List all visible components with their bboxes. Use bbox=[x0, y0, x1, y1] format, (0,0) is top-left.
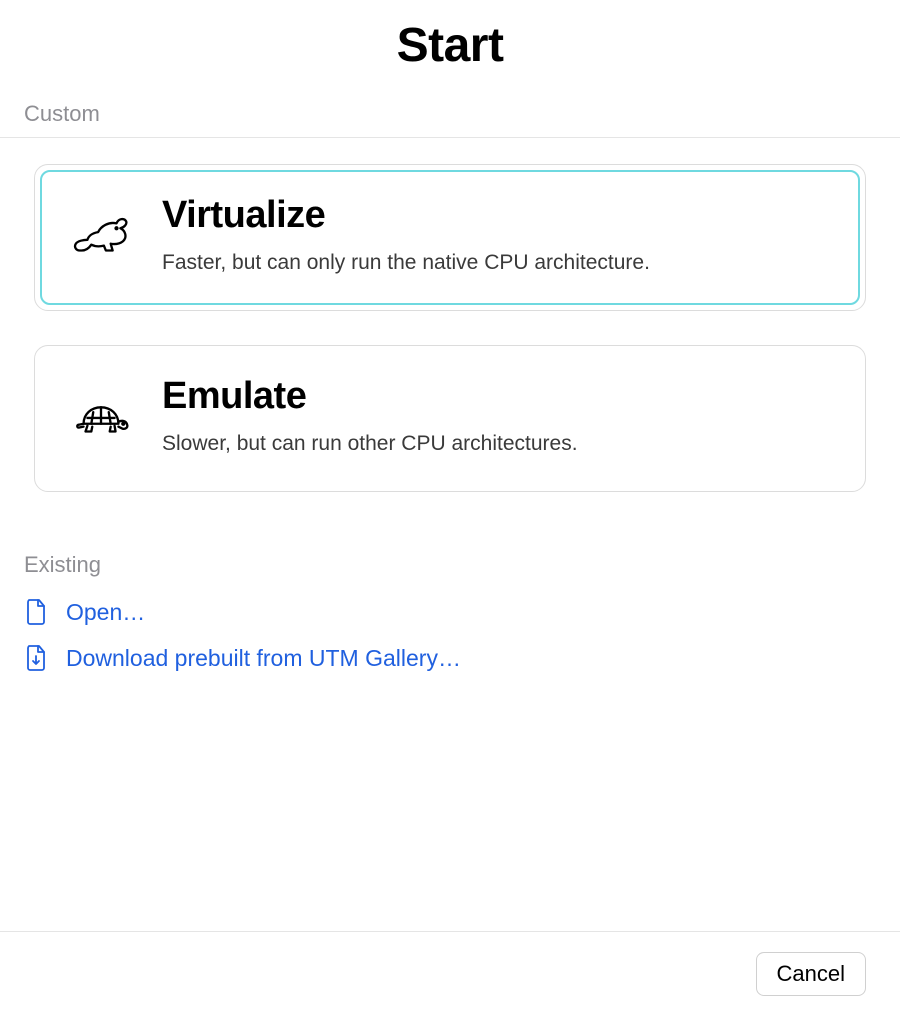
emulate-description: Slower, but can run other CPU architectu… bbox=[162, 432, 830, 456]
section-label-custom: Custom bbox=[0, 101, 900, 137]
virtualize-option[interactable]: Virtualize Faster, but can only run the … bbox=[34, 164, 866, 311]
cancel-button[interactable]: Cancel bbox=[756, 952, 866, 996]
page-title: Start bbox=[0, 18, 900, 73]
tortoise-icon bbox=[70, 385, 132, 447]
emulate-title: Emulate bbox=[162, 375, 830, 418]
existing-section: Existing Open… bbox=[0, 502, 900, 672]
hare-icon bbox=[70, 204, 132, 266]
footer: Cancel bbox=[0, 931, 900, 1024]
header: Start bbox=[0, 0, 900, 101]
content-area: Custom Virtualize Faster, but can only r… bbox=[0, 101, 900, 931]
document-download-icon bbox=[24, 644, 48, 672]
section-label-existing: Existing bbox=[24, 552, 876, 584]
emulate-option[interactable]: Emulate Slower, but can run other CPU ar… bbox=[34, 345, 866, 492]
virtualize-description: Faster, but can only run the native CPU … bbox=[162, 251, 830, 275]
document-icon bbox=[24, 598, 48, 626]
open-link[interactable]: Open… bbox=[24, 598, 876, 626]
option-cards: Virtualize Faster, but can only run the … bbox=[0, 138, 900, 502]
download-link-label: Download prebuilt from UTM Gallery… bbox=[66, 645, 461, 672]
download-link[interactable]: Download prebuilt from UTM Gallery… bbox=[24, 644, 876, 672]
link-list: Open… Download prebuilt from UTM Gallery… bbox=[24, 584, 876, 672]
open-link-label: Open… bbox=[66, 599, 145, 626]
virtualize-title: Virtualize bbox=[162, 194, 830, 237]
